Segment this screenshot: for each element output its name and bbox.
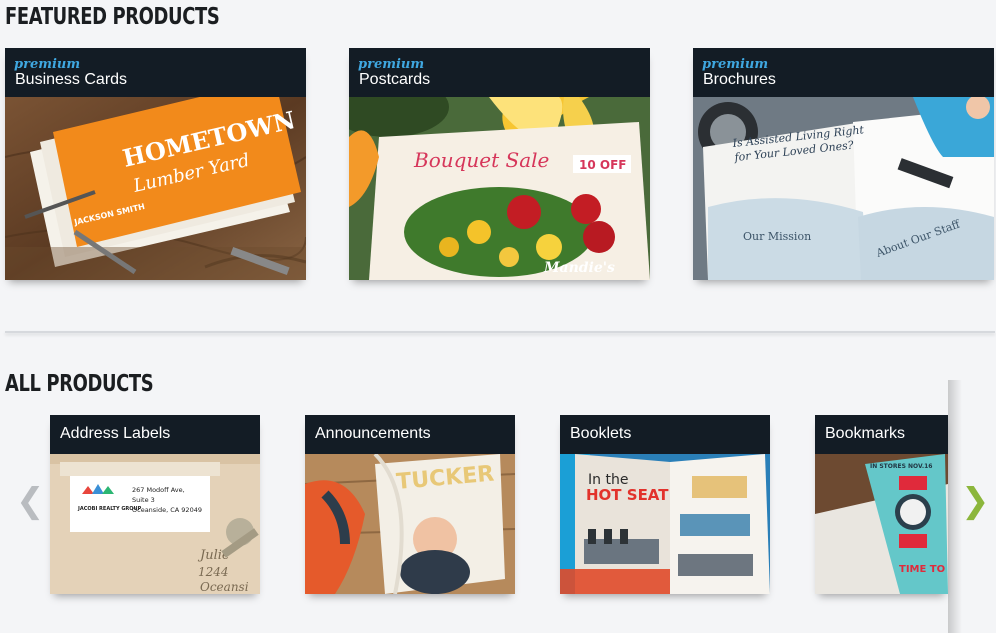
product-card-announcements[interactable]: Announcements TUCKER: [305, 415, 515, 594]
bookmarks-illustration: IN STORES NOV.16 TIME TO KILL: [815, 454, 948, 594]
label-text-line-1: 267 Modoff Ave,: [132, 486, 185, 494]
svg-text:Oceansi: Oceansi: [200, 580, 249, 594]
card-header: premium Business Cards: [5, 48, 306, 97]
svg-text:1244: 1244: [198, 565, 229, 579]
address-labels-illustration: JACOBI REALTY GROUP 267 Modoff Ave, Suit…: [50, 454, 260, 594]
card-header: Address Labels: [50, 415, 260, 454]
bookmarks-image[interactable]: IN STORES NOV.16 TIME TO KILL: [815, 454, 948, 594]
announcements-illustration: TUCKER: [305, 454, 515, 594]
brochures-illustration: Is Assisted Living Right for Your Loved …: [693, 97, 994, 280]
label-text-line-2: Suite 3: [132, 496, 155, 504]
card-header: premium Brochures: [693, 48, 994, 97]
featured-card-brochures[interactable]: premium Brochures Is Assisted Living Rig…: [693, 48, 994, 280]
announcements-image[interactable]: TUCKER: [305, 454, 515, 594]
card-title[interactable]: Bookmarks: [825, 425, 905, 443]
postcard-text-bouquet: Bouquet Sale: [413, 148, 549, 172]
product-card-bookmarks[interactable]: Bookmarks IN STORES NOV.16 TIME TO KILL: [815, 415, 948, 594]
business-cards-image[interactable]: HOMETOWN Lumber Yard JACKSON SMITH: [5, 97, 306, 280]
postcard-text-brand: Mandie's: [543, 260, 615, 276]
card-header: Bookmarks: [815, 415, 948, 454]
booklets-image[interactable]: In the HOT SEAT: [560, 454, 770, 594]
featured-card-postcards[interactable]: premium Postcards Bouquet Sale 10 OFF Ma…: [349, 48, 650, 280]
featured-products-heading: FEATURED PRODUCTS: [5, 4, 220, 30]
brochure-text-mission: Our Mission: [743, 230, 811, 243]
postcards-illustration: Bouquet Sale 10 OFF Mandie's: [349, 97, 650, 280]
label-text-line-3: Oceanside, CA 92049: [132, 506, 202, 514]
product-card-address-labels[interactable]: Address Labels JACOBI REALTY GROUP 267 M…: [50, 415, 260, 594]
postcard-text-offer: 10 OFF: [579, 158, 626, 172]
card-title[interactable]: Brochures: [703, 71, 776, 89]
chevron-right-icon[interactable]: ❯: [961, 484, 990, 518]
booklets-illustration: In the HOT SEAT: [560, 454, 770, 594]
carousel-edge-shadow: [948, 380, 962, 633]
brochures-image[interactable]: Is Assisted Living Right for Your Loved …: [693, 97, 994, 280]
all-products-heading: ALL PRODUCTS: [5, 371, 154, 397]
bookmark-text-title: TIME TO KILL: [899, 564, 948, 575]
card-title[interactable]: Booklets: [570, 425, 631, 443]
card-header: Booklets: [560, 415, 770, 454]
postcards-image[interactable]: Bouquet Sale 10 OFF Mandie's: [349, 97, 650, 280]
section-divider: [5, 331, 995, 333]
bookmark-text-date: IN STORES NOV.16: [870, 463, 932, 470]
card-title[interactable]: Address Labels: [60, 425, 170, 443]
business-cards-illustration: HOMETOWN Lumber Yard JACKSON SMITH: [5, 97, 306, 280]
card-title[interactable]: Postcards: [359, 71, 430, 89]
card-header: premium Postcards: [349, 48, 650, 97]
product-card-booklets[interactable]: Booklets In the HOT SEAT: [560, 415, 770, 594]
premium-badge: premium: [358, 57, 425, 72]
card-title[interactable]: Announcements: [315, 425, 431, 443]
premium-badge: premium: [14, 57, 81, 72]
premium-badge: premium: [702, 57, 769, 72]
address-labels-image[interactable]: JACOBI REALTY GROUP 267 Modoff Ave, Suit…: [50, 454, 260, 594]
chevron-left-icon[interactable]: ❮: [16, 484, 45, 518]
booklet-text-hot-seat: HOT SEAT: [586, 486, 669, 504]
featured-card-business-cards[interactable]: premium Business Cards HOMETOWN Lumber Y…: [5, 48, 306, 280]
card-header: Announcements: [305, 415, 515, 454]
card-title[interactable]: Business Cards: [15, 71, 127, 89]
